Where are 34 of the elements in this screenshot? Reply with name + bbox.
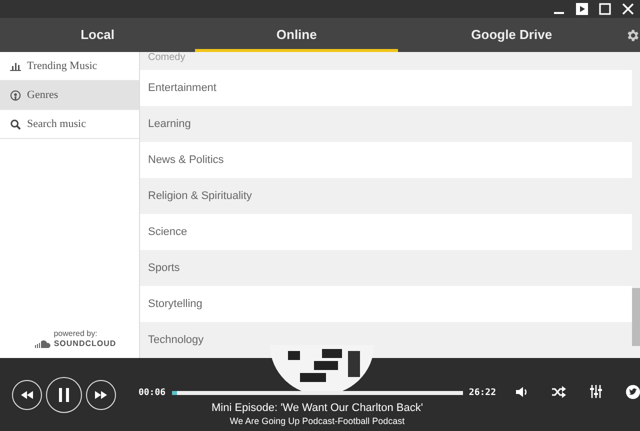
- pause-icon: [59, 388, 69, 402]
- seek-bar[interactable]: [172, 390, 463, 394]
- close-icon[interactable]: [622, 3, 634, 15]
- volume-icon[interactable]: [516, 386, 528, 398]
- scrollbar[interactable]: [632, 52, 640, 358]
- shuffle-icon[interactable]: [552, 386, 566, 398]
- settings-icon[interactable]: [625, 28, 640, 42]
- bar-chart-icon: [10, 61, 21, 71]
- genre-row[interactable]: Sports: [140, 250, 632, 286]
- brand-label: SOUNDCLOUD: [54, 339, 116, 348]
- pause-button[interactable]: [46, 376, 82, 412]
- genre-row[interactable]: Technology: [140, 322, 632, 358]
- track-title: Mini Episode: 'We Want Our Charlton Back': [211, 402, 423, 414]
- total-time: 26:22: [468, 388, 496, 398]
- tab[interactable]: Local: [0, 18, 196, 52]
- podcast-icon: [10, 90, 21, 100]
- genre-row[interactable]: Religion & Spirituality: [140, 178, 632, 214]
- fast-forward-button[interactable]: [86, 380, 116, 410]
- twitter-icon[interactable]: [626, 384, 640, 398]
- search-icon: [10, 118, 21, 130]
- genre-row[interactable]: Learning: [140, 106, 632, 142]
- cloud-icon: [34, 340, 51, 348]
- mini-player-icon[interactable]: [576, 3, 588, 15]
- fast-forward-icon: [95, 390, 107, 398]
- sidebar-item[interactable]: Search music: [0, 110, 139, 139]
- powered-by-label: powered by:: [54, 329, 98, 338]
- elapsed-time: 00:06: [138, 388, 166, 398]
- sidebar-item[interactable]: Genres: [0, 81, 139, 110]
- equalizer-icon[interactable]: [590, 385, 602, 398]
- maximize-icon[interactable]: [599, 3, 611, 15]
- podcast-name: We Are Going Up Podcast-Football Podcast: [230, 416, 405, 426]
- tab[interactable]: Google Drive: [398, 18, 626, 52]
- rewind-button[interactable]: [12, 380, 42, 410]
- rewind-icon: [21, 390, 33, 398]
